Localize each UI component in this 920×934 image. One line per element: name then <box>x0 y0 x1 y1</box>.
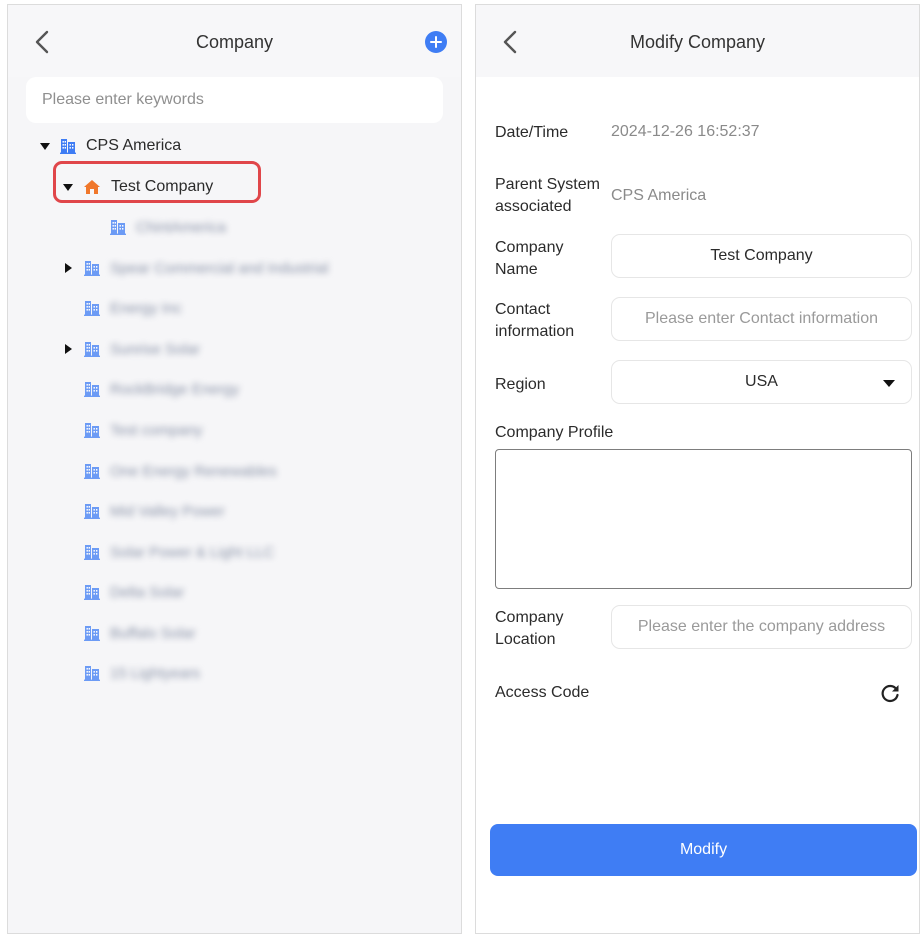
parent-system-label: Parent System associated <box>495 174 600 218</box>
parent-system-label-line1: Parent System <box>495 176 600 193</box>
company-profile-label: Company Profile <box>495 424 614 441</box>
contact-info-label-line2: information <box>495 323 575 340</box>
form-body: Date/Time 2024-12-26 16:52:37 Parent Sys… <box>476 77 919 933</box>
tree-node-label: ChintAmerica <box>136 218 227 236</box>
date-time-label: Date/Time <box>495 124 569 141</box>
tree-node-selected[interactable]: Test Company <box>63 172 213 202</box>
modify-company-panel: Modify Company Date/Time 2024-12-26 16:5… <box>475 4 920 934</box>
company-location-field[interactable]: Please enter the company address <box>611 605 912 649</box>
tree-node[interactable]: Sunrise Solar <box>63 334 200 364</box>
tree-node-label: Energy Inc <box>110 299 182 317</box>
tree-node[interactable]: Delta Solar <box>84 577 184 607</box>
refresh-icon[interactable] <box>879 682 901 704</box>
caret-down-icon[interactable] <box>40 142 50 150</box>
contact-info-field[interactable]: Please enter Contact information <box>611 297 912 341</box>
tree-node-label: 15 Lightyears <box>110 664 201 682</box>
tree-node-label: Test company <box>110 421 203 439</box>
tree-node[interactable]: Spear Commercial and Industrial <box>63 253 328 283</box>
tree-node[interactable]: Test company <box>84 415 203 445</box>
building-icon <box>84 260 100 276</box>
left-header: Company <box>8 5 461 77</box>
building-icon <box>60 138 76 154</box>
modify-button[interactable]: Modify <box>490 824 917 876</box>
building-icon <box>84 665 100 681</box>
tree-node[interactable]: Energy Inc <box>84 293 182 323</box>
tree-area: CPS America Test Company ChintAmerica Sp… <box>8 77 461 933</box>
dropdown-arrow-icon <box>883 380 895 387</box>
tree-node-label: Buffalo Solar <box>110 624 196 642</box>
tree-node-label: Delta Solar <box>110 583 185 601</box>
home-icon <box>84 180 100 194</box>
company-name-field[interactable]: Test Company <box>611 234 912 278</box>
building-icon <box>84 300 100 316</box>
region-label: Region <box>495 376 546 393</box>
building-icon <box>84 381 100 397</box>
tree-node-child[interactable]: ChintAmerica <box>110 212 226 242</box>
tree-node[interactable]: One Energy Renewables <box>84 456 277 486</box>
parent-system-label-line2: associated <box>495 198 572 215</box>
company-profile-textarea[interactable] <box>495 449 912 589</box>
caret-down-icon[interactable] <box>63 183 73 191</box>
tree-node-label: Sunrise Solar <box>110 340 201 358</box>
page-title: Modify Company <box>629 32 766 52</box>
building-icon <box>84 544 100 560</box>
tree-node-label: Spear Commercial and Industrial <box>110 259 329 277</box>
building-icon <box>84 422 100 438</box>
building-icon <box>84 584 100 600</box>
tree-node-label: Test Company <box>111 178 214 195</box>
parent-system-value: CPS America <box>611 187 707 204</box>
tree-node-label: CPS America <box>86 137 182 154</box>
tree-node-label: Solar Power & Light LLC <box>110 543 275 561</box>
building-icon <box>84 625 100 641</box>
tree-node[interactable]: Mid Valley Power <box>84 496 225 526</box>
add-company-button[interactable] <box>425 31 447 53</box>
region-select[interactable]: USA <box>611 360 912 404</box>
company-location-label-line1: Company <box>495 609 564 626</box>
company-location-label-line2: Location <box>495 631 556 648</box>
tree-node-root[interactable]: CPS America <box>40 131 181 161</box>
tree-node[interactable]: 15 Lightyears <box>84 658 200 688</box>
tree-node[interactable]: Solar Power & Light LLC <box>84 537 274 567</box>
tree-node-label: One Energy Renewables <box>110 462 277 480</box>
caret-right-icon[interactable] <box>65 263 72 273</box>
company-location-label: Company Location <box>495 607 563 651</box>
search-input[interactable] <box>26 77 443 123</box>
tree-node-label: Mid Valley Power <box>110 502 225 520</box>
company-tree-panel: Company CPS America Test Company ChintAm… <box>7 4 462 934</box>
company-name-label-line2: Name <box>495 261 538 278</box>
right-header: Modify Company <box>476 5 919 77</box>
tree-node[interactable]: RockBridge Energy <box>84 374 239 404</box>
company-name-label-line1: Company <box>495 239 564 256</box>
contact-info-label: Contact information <box>495 299 574 343</box>
building-icon <box>84 463 100 479</box>
region-value: USA <box>745 373 778 390</box>
building-icon <box>110 219 126 235</box>
contact-info-label-line1: Contact <box>495 301 551 318</box>
company-name-label: Company Name <box>495 237 563 281</box>
tree-node[interactable]: Buffalo Solar <box>84 618 196 648</box>
building-icon <box>84 503 100 519</box>
access-code-label: Access Code <box>495 684 590 701</box>
building-icon <box>84 341 100 357</box>
date-time-value: 2024-12-26 16:52:37 <box>611 123 760 140</box>
tree-node-label: RockBridge Energy <box>110 380 240 398</box>
caret-right-icon[interactable] <box>65 344 72 354</box>
page-title: Company <box>195 32 274 52</box>
search-box[interactable] <box>26 77 443 123</box>
